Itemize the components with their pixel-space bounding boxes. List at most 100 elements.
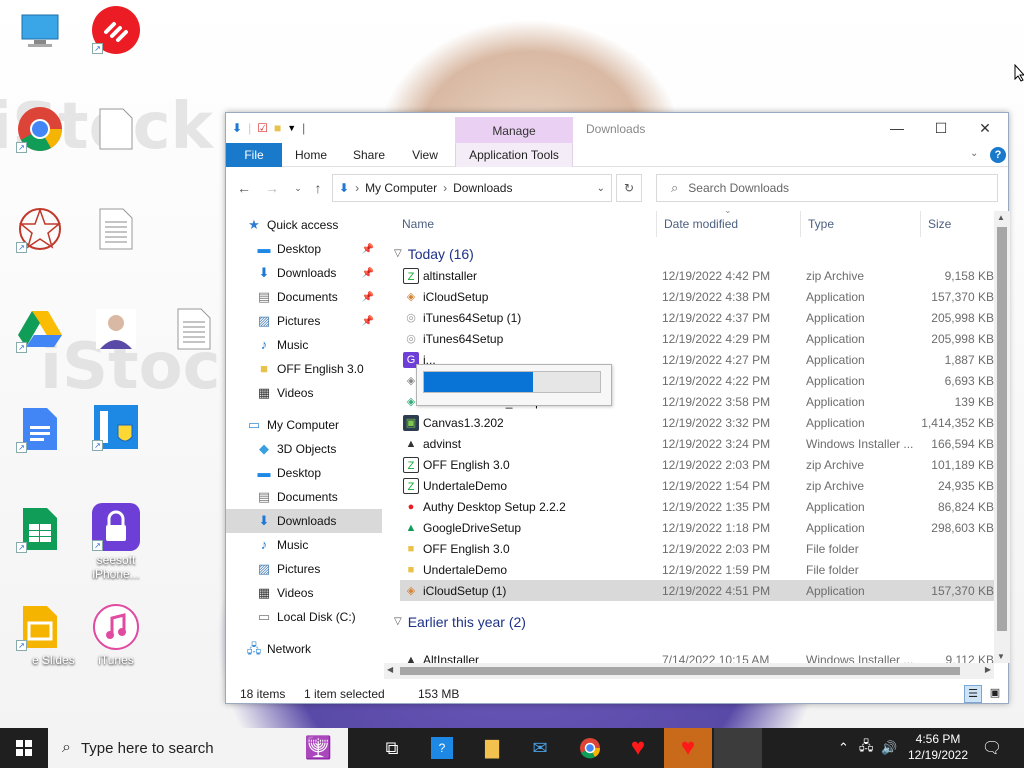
table-row[interactable]: Z UndertaleDemo 12/19/2022 1:54 PM zip Arch…: [400, 475, 994, 496]
file-explorer-window[interactable]: ⬇ | ☑ ■ ▼ | Manage Downloads — ☐ ✕ File …: [225, 112, 1010, 704]
tab-share[interactable]: Share: [344, 143, 394, 167]
sidebar-item-documents[interactable]: ▤ Documents 📌: [226, 285, 382, 309]
tab-application-tools[interactable]: Application Tools: [455, 143, 573, 167]
desktop-icon-authy[interactable]: ↗: [78, 6, 154, 54]
new-folder-icon[interactable]: ■: [274, 121, 281, 135]
notification-icon[interactable]: 🗨: [968, 728, 1016, 768]
address-bar[interactable]: ⬇ › My Computer › Downloads ⌄: [332, 174, 612, 202]
back-arrow-icon[interactable]: ←: [234, 179, 254, 197]
chevron-down-icon[interactable]: ⌄: [597, 183, 605, 194]
sidebar-item-pictures[interactable]: ▨ Pictures 📌: [226, 309, 382, 333]
tab-file[interactable]: File: [226, 143, 282, 167]
desktop-icon-blank-file[interactable]: [78, 105, 154, 153]
desktop-icon-google-slides[interactable]: ↗ e Slides: [2, 603, 78, 667]
desktop-icon-text-file[interactable]: [78, 205, 154, 253]
vertical-scrollbar[interactable]: ▲ ▼: [994, 211, 1010, 663]
tab-view[interactable]: View: [402, 143, 448, 167]
chrome-icon[interactable]: [566, 728, 614, 768]
sidebar-item-local-disk[interactable]: ▭ Local Disk (C:): [226, 605, 382, 629]
taskbar-search[interactable]: ⌕ Type here to search 🕎: [48, 728, 348, 768]
heart-app-icon[interactable]: ♥: [614, 728, 662, 768]
sidebar-item-quick-access[interactable]: ★ Quick access: [226, 213, 382, 237]
title-bar[interactable]: ⬇ | ☑ ■ ▼ | Manage Downloads — ☐ ✕: [226, 113, 1008, 143]
sidebar-item-music[interactable]: ♪ Music: [226, 333, 382, 357]
table-row[interactable]: ■ UndertaleDemo 12/19/2022 1:59 PM File fol…: [400, 559, 994, 580]
desktop-icon-chrome[interactable]: ↗: [2, 105, 78, 153]
table-row[interactable]: ▲ AltInstaller 7/14/2022 10:15 AM Windows I…: [400, 649, 994, 664]
column-header-name[interactable]: Name: [402, 211, 434, 237]
table-row[interactable]: ◎ iTunes64Setup 12/19/2022 4:29 PM Applicat…: [400, 328, 994, 349]
forward-arrow-icon[interactable]: →: [262, 179, 282, 197]
desktop-icon-text-file-2[interactable]: [156, 305, 232, 353]
desktop-icon-google-drive[interactable]: ↗: [2, 305, 78, 353]
recent-locations-icon[interactable]: ⌄: [288, 179, 308, 197]
desktop-icon-google-sheets[interactable]: ↗: [2, 505, 78, 553]
column-header-type[interactable]: Type: [808, 211, 834, 237]
desktop-icon-pattern-app[interactable]: ↗: [2, 205, 78, 253]
mail-icon[interactable]: ✉: [516, 728, 564, 768]
desktop-icon-itunes[interactable]: iTunes: [78, 603, 154, 667]
maximize-button[interactable]: ☐: [918, 113, 964, 143]
table-row[interactable]: ◎ iTunes64Setup (1) 12/19/2022 4:37 PM Appl…: [400, 307, 994, 328]
heart-app-active-icon[interactable]: ♥: [664, 728, 712, 768]
refresh-button[interactable]: ↻: [616, 174, 642, 202]
table-row[interactable]: ▲ advinst 12/19/2022 3:24 PM Windows Instal…: [400, 433, 994, 454]
sidebar-item-downloads[interactable]: ⬇ Downloads: [226, 509, 382, 533]
sidebar-item-documents[interactable]: ▤ Documents: [226, 485, 382, 509]
large-icons-view-icon[interactable]: ▣: [986, 685, 1004, 703]
minimize-button[interactable]: —: [874, 113, 920, 143]
group-header-earlier[interactable]: ▽ Earlier this year (2): [392, 611, 526, 633]
sidebar-item-network[interactable]: 🖧 Network: [226, 637, 382, 661]
desktop-icon-person-photo[interactable]: [78, 305, 154, 353]
table-row[interactable]: ◈ iCloudSetup (1) 12/19/2022 4:51 PM Applic…: [400, 580, 994, 601]
sidebar-item-3d-objects[interactable]: ◆ 3D Objects: [226, 437, 382, 461]
details-view-icon[interactable]: ☰: [964, 685, 982, 703]
chevron-down-icon[interactable]: ▼: [287, 123, 296, 133]
show-hidden-icons-chevron-up-icon[interactable]: ⌃: [838, 740, 849, 756]
scroll-thumb[interactable]: [997, 227, 1007, 631]
sidebar-item-videos[interactable]: ▦ Videos: [226, 581, 382, 605]
column-header-size[interactable]: Size: [928, 211, 951, 237]
search-box[interactable]: ⌕ Search Downloads: [656, 174, 998, 202]
taskbar-active-window[interactable]: [714, 728, 762, 768]
start-button[interactable]: [0, 728, 48, 768]
sidebar-item-off-english[interactable]: ■ OFF English 3.0: [226, 357, 382, 381]
table-row[interactable]: Z OFF English 3.0 12/19/2022 2:03 PM zip Ar…: [400, 454, 994, 475]
sidebar-item-music[interactable]: ♪ Music: [226, 533, 382, 557]
sidebar-item-downloads[interactable]: ⬇ Downloads 📌: [226, 261, 382, 285]
desktop-icon-aiseesoft[interactable]: ↗ seesoft iPhone...: [78, 503, 154, 581]
breadcrumb-downloads[interactable]: Downloads: [453, 181, 512, 195]
task-view-icon[interactable]: ⧉: [368, 728, 416, 768]
sidebar-item-desktop[interactable]: ▬ Desktop 📌: [226, 237, 382, 261]
group-header-today[interactable]: ▽ Today (16): [392, 243, 474, 265]
table-row[interactable]: ● Authy Desktop Setup 2.2.2 12/19/2022 1:3…: [400, 496, 994, 517]
chevron-down-icon[interactable]: ⌄: [970, 148, 978, 159]
sidebar-item-my-computer[interactable]: ▭ My Computer: [226, 413, 382, 437]
file-explorer-icon[interactable]: ▇: [468, 728, 516, 768]
sidebar-item-videos[interactable]: ▦ Videos: [226, 381, 382, 405]
help-icon[interactable]: ?: [990, 147, 1006, 163]
scroll-thumb[interactable]: [400, 667, 960, 675]
desktop-icon-google-docs[interactable]: ↗: [2, 405, 78, 453]
scroll-up-icon[interactable]: ▲: [997, 213, 1005, 222]
network-icon[interactable]: 🖧: [859, 737, 874, 759]
table-row[interactable]: ▲ GoogleDriveSetup 12/19/2022 1:18 PM Appli…: [400, 517, 994, 538]
sidebar-item-pictures[interactable]: ▨ Pictures: [226, 557, 382, 581]
tab-home[interactable]: Home: [286, 143, 336, 167]
taskbar-search-input[interactable]: Type here to search: [81, 740, 214, 757]
table-row[interactable]: ◈ iCloudSetup 12/19/2022 4:38 PM Applicatio…: [400, 286, 994, 307]
clock[interactable]: 4:56 PM 12/19/2022: [904, 731, 972, 763]
horizontal-scrollbar[interactable]: ◀ ▶: [384, 663, 994, 679]
up-arrow-icon[interactable]: ↑: [308, 179, 328, 197]
download-arrow-icon[interactable]: ⬇: [232, 121, 242, 135]
table-row[interactable]: ▣ Canvas1.3.202 12/19/2022 3:32 PM Applicat…: [400, 412, 994, 433]
table-row[interactable]: Zaltinstaller 12/19/2022 4:42 PM zip Archi…: [400, 265, 994, 286]
manage-context-tab[interactable]: Manage: [455, 117, 573, 143]
close-button[interactable]: ✕: [962, 113, 1008, 143]
sidebar-item-desktop[interactable]: ▬ Desktop: [226, 461, 382, 485]
properties-check-icon[interactable]: ☑: [257, 121, 268, 135]
table-row[interactable]: ■ OFF English 3.0 12/19/2022 2:03 PM File f…: [400, 538, 994, 559]
scroll-left-icon[interactable]: ◀: [387, 665, 393, 674]
maps-app-icon[interactable]: ?: [418, 728, 466, 768]
volume-icon[interactable]: 🔊: [881, 740, 897, 756]
